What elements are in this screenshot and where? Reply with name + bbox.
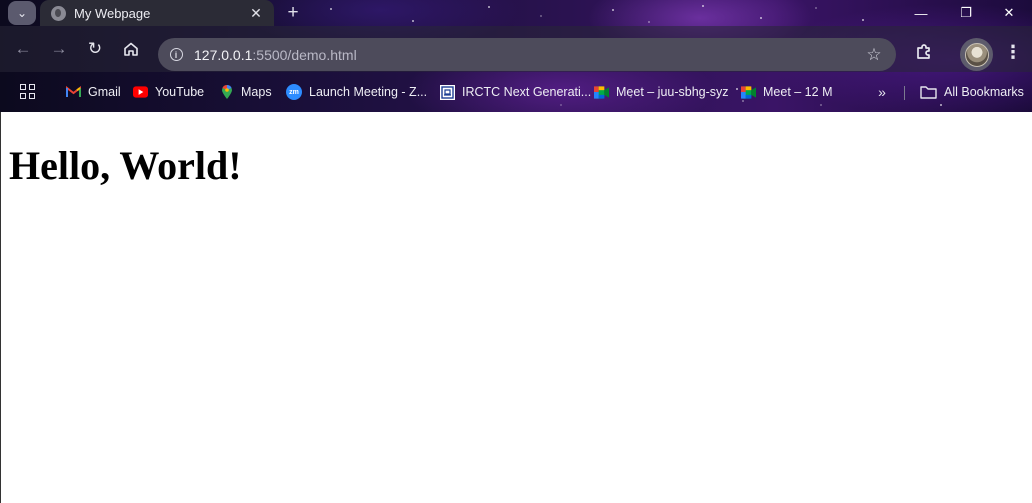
close-tab-icon[interactable]: ✕ xyxy=(246,3,266,23)
forward-button[interactable]: → xyxy=(46,36,72,62)
bookmark-irctc[interactable]: IRCTC Next Generati... xyxy=(440,82,591,102)
reload-button[interactable]: ↻ xyxy=(82,36,108,62)
arrow-left-icon: ← xyxy=(14,39,32,58)
chrome-menu-button[interactable]: ⋮ xyxy=(999,38,1027,66)
bookmark-youtube[interactable]: YouTube xyxy=(133,82,204,102)
tab-my-webpage[interactable]: My Webpage ✕ xyxy=(40,0,274,26)
minimize-icon: — xyxy=(914,5,928,21)
bookmark-maps[interactable]: Maps xyxy=(219,82,272,102)
bookmark-label: Gmail xyxy=(88,85,121,99)
tab-search-button[interactable]: ⌄ xyxy=(8,1,36,25)
google-meet-icon xyxy=(594,85,609,100)
bookmarks-overflow-button[interactable]: » xyxy=(872,82,892,102)
bookmark-label: Meet – 12 M xyxy=(763,85,833,99)
avatar xyxy=(964,42,989,67)
reload-icon: ↻ xyxy=(87,39,103,58)
home-button[interactable] xyxy=(118,36,144,62)
bookmark-label: YouTube xyxy=(155,85,205,99)
star-icon: ☆ xyxy=(866,44,882,64)
bookmark-label: IRCTC Next Generati... xyxy=(462,85,592,99)
maps-icon xyxy=(219,84,234,100)
restore-icon: ❐ xyxy=(960,5,972,20)
apps-grid-icon[interactable] xyxy=(20,84,35,99)
browser-window: ⌄ My Webpage ✕ + — ❐ ✕ ← → ↻ i 127.0.0.1… xyxy=(0,0,1032,503)
restore-button[interactable]: ❐ xyxy=(943,0,989,26)
youtube-icon xyxy=(133,85,148,100)
folder-icon xyxy=(920,85,937,100)
all-bookmarks-label: All Bookmarks xyxy=(944,85,1024,99)
puzzle-icon xyxy=(917,44,930,59)
chevron-down-icon: ⌄ xyxy=(16,6,28,20)
page-viewport: Hello, World! xyxy=(0,112,1032,503)
url-text[interactable]: 127.0.0.1:5500/demo.html xyxy=(194,47,860,63)
home-icon xyxy=(124,42,138,56)
bookmark-label: Maps xyxy=(241,85,272,99)
bookmark-meet-juu[interactable]: Meet – juu-sbhg-syz xyxy=(594,82,729,102)
irctc-icon xyxy=(440,84,455,100)
bookmark-label: Meet – juu-sbhg-syz xyxy=(616,85,729,99)
toolbar: ← → ↻ i 127.0.0.1:5500/demo.html ☆ ⋮ xyxy=(0,26,1032,72)
bookmark-zoom[interactable]: zm Launch Meeting - Z... xyxy=(286,82,427,102)
close-icon: ✕ xyxy=(1003,5,1015,20)
google-meet-icon xyxy=(741,85,756,100)
back-button[interactable]: ← xyxy=(10,36,36,62)
bookmark-meet-12[interactable]: Meet – 12 M xyxy=(741,82,832,102)
window-close-button[interactable]: ✕ xyxy=(986,0,1032,26)
gmail-icon xyxy=(66,85,81,100)
zoom-badge-text: zm xyxy=(289,88,299,96)
bookmark-gmail[interactable]: Gmail xyxy=(66,82,121,102)
bookmarks-bar: Gmail YouTube Maps zm Launch Meeting - Z… xyxy=(0,72,1032,112)
double-chevron-right-icon: » xyxy=(878,84,886,100)
bookmark-star-button[interactable]: ☆ xyxy=(860,41,888,69)
new-tab-button[interactable]: + xyxy=(281,1,305,25)
bookmark-label: Launch Meeting - Z... xyxy=(309,85,428,99)
minimize-button[interactable]: — xyxy=(898,0,944,26)
globe-favicon-icon xyxy=(51,5,66,21)
all-bookmarks-button[interactable]: All Bookmarks xyxy=(920,82,1024,102)
profile-avatar-button[interactable] xyxy=(960,38,993,71)
url-path: :5500/demo.html xyxy=(252,46,357,63)
url-host: 127.0.0.1 xyxy=(194,46,253,63)
arrow-right-icon: → xyxy=(50,39,68,58)
site-info-button[interactable]: i xyxy=(166,45,186,65)
zoom-icon: zm xyxy=(286,84,302,100)
bookmarks-divider xyxy=(904,86,905,100)
extensions-button[interactable] xyxy=(910,38,938,66)
browser-chrome: ⌄ My Webpage ✕ + — ❐ ✕ ← → ↻ i 127.0.0.1… xyxy=(0,0,1032,112)
page-heading: Hello, World! xyxy=(9,143,242,188)
more-vertical-icon: ⋮ xyxy=(1004,41,1022,62)
tab-title: My Webpage xyxy=(74,5,151,21)
info-icon: i xyxy=(169,48,183,61)
address-bar[interactable]: i 127.0.0.1:5500/demo.html ☆ xyxy=(158,38,896,71)
